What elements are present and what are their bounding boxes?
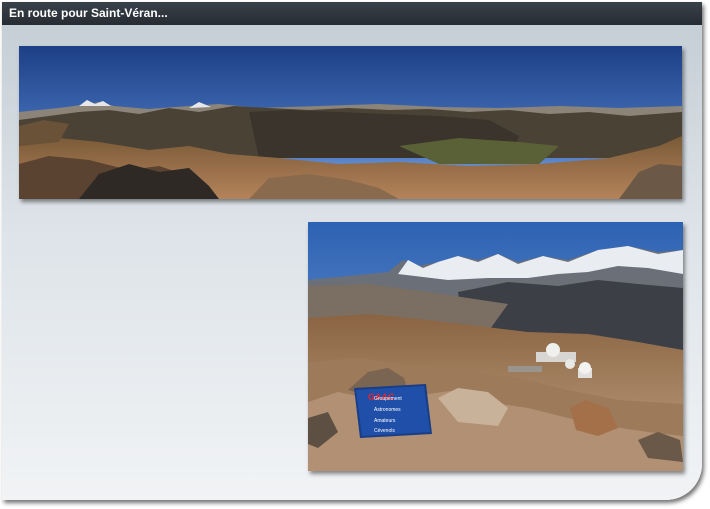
sign-line-2: Astronomes: [374, 407, 401, 413]
sign-line-3: Amateurs: [374, 418, 396, 424]
panorama-image: [19, 46, 682, 199]
observatory-photo[interactable]: GAAC Groupement Astronomes Amateurs Céve…: [308, 222, 683, 471]
sign-line-4: Cévenols: [374, 428, 395, 434]
photo-gallery-window: En route pour Saint-Véran... GAAC Groupe…: [2, 2, 702, 500]
panorama-photo[interactable]: [19, 46, 682, 199]
sign-line-1: Groupement: [374, 396, 402, 402]
observatory-image: GAAC Groupement Astronomes Amateurs Céve…: [308, 222, 683, 471]
window-title: En route pour Saint-Véran...: [9, 6, 168, 20]
title-bar: En route pour Saint-Véran...: [2, 2, 702, 25]
